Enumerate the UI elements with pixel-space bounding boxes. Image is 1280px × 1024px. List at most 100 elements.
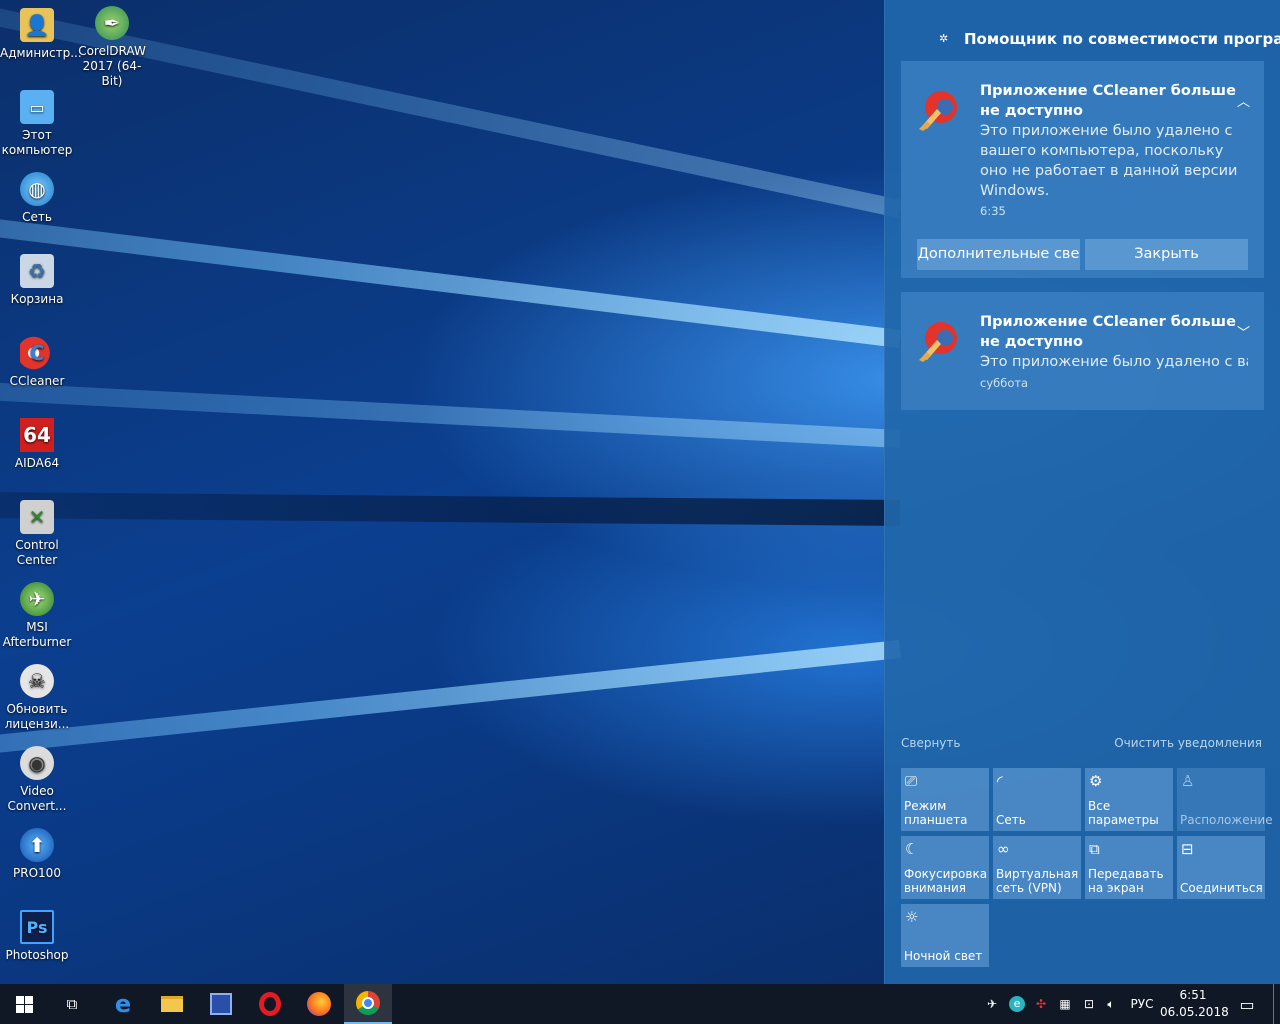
gear-icon: ✲	[939, 32, 949, 45]
firefox-icon	[307, 992, 331, 1016]
desktop-icon-control-center[interactable]: ✕ Control Center	[0, 500, 74, 568]
chrome-icon	[356, 991, 380, 1015]
taskbar-opera[interactable]	[246, 984, 294, 1024]
moon-icon: ☾	[905, 840, 919, 858]
desktop-icon-network[interactable]: ◍ Сеть	[0, 172, 74, 225]
tile-label: Фокусировка внимания	[904, 867, 988, 895]
desktop-icon-this-pc[interactable]: ▭ Этот компьютер	[0, 90, 74, 158]
desktop-icon-pro100[interactable]: ⬆ PRO100	[0, 828, 74, 881]
aida64-icon: 64	[20, 418, 54, 452]
location-icon: ♙	[1181, 772, 1195, 790]
floppy-disk-icon	[210, 993, 232, 1015]
desktop-icon-msi-afterburner[interactable]: ✈ MSI Afterburner	[0, 582, 74, 650]
notification-card[interactable]: Приложение CCleaner больше не доступно ﹀…	[901, 292, 1264, 410]
chevron-down-icon[interactable]: ﹀	[1237, 322, 1250, 341]
tray-app-grid-icon[interactable]: ▦	[1054, 984, 1076, 1024]
collapse-link[interactable]: Свернуть	[901, 736, 960, 750]
msi-afterburner-icon: ✈	[20, 582, 54, 616]
video-converter-icon: ◉	[20, 746, 54, 780]
notification-body: Это приложение было удалено с ва	[980, 354, 1248, 370]
tile-project[interactable]: ⧉ Передавать на экран	[1085, 836, 1173, 899]
tray-app-red-icon[interactable]: ✣	[1030, 984, 1052, 1024]
tile-night-light[interactable]: ☼ Ночной свет	[901, 904, 989, 967]
desktop-icon-label: MSI Afterburner	[2, 620, 72, 649]
tile-label: Соединиться	[1180, 881, 1263, 895]
taskbar: ⧉ e ✈ e ✣ ▦ ⊡ 🔈︎ РУС 6:51 06.05.2018 ▭	[0, 984, 1280, 1024]
tile-network[interactable]: ◜ Сеть	[993, 768, 1081, 831]
desktop-icon-label: Video Convert...	[7, 784, 67, 813]
clear-notifications-link[interactable]: Очистить уведомления	[1114, 736, 1262, 750]
desktop-icon-aida64[interactable]: 64 AIDA64	[0, 418, 74, 471]
taskbar-file-explorer[interactable]	[148, 984, 196, 1024]
volume-icon[interactable]: 🔈︎	[1100, 984, 1122, 1024]
tile-label: Режим планшета	[904, 799, 968, 827]
network-status-icon[interactable]: ⊡	[1078, 984, 1100, 1024]
notification-card[interactable]: Приложение CCleaner больше не доступно ︿…	[901, 61, 1264, 278]
desktop-icon-photoshop[interactable]: Ps Photoshop	[0, 910, 74, 963]
taskbar-chrome[interactable]	[344, 984, 392, 1024]
desktop-icon-label: Сеть	[22, 210, 52, 224]
taskbar-firefox[interactable]	[295, 984, 343, 1024]
tile-focus-assist[interactable]: ☾ Фокусировка внимания	[901, 836, 989, 899]
user-folder-icon: 👤	[20, 8, 54, 42]
desktop-icon-coreldraw[interactable]: ✒ CorelDRAW 2017 (64-Bit)	[75, 6, 149, 89]
desktop-icon-recycle-bin[interactable]: ♻ Корзина	[0, 254, 74, 307]
desktop-icon-label: Корзина	[10, 292, 64, 306]
windows-logo-icon	[15, 995, 33, 1013]
tile-tablet-mode[interactable]: ⎚ Режим планшета	[901, 768, 989, 831]
desktop-icon-update-license[interactable]: ☠ Обновить лицензи...	[0, 664, 74, 732]
desktop-icon-video-converter[interactable]: ◉ Video Convert...	[0, 746, 74, 814]
clock-time: 6:51	[1179, 988, 1207, 1002]
clock-date: 06.05.2018	[1160, 1005, 1229, 1019]
action-center-panel: ✲ Помощник по совместимости програ Прило…	[884, 0, 1280, 984]
folder-icon	[161, 996, 183, 1012]
network-icon: ◜	[997, 772, 1003, 790]
task-view-button[interactable]: ⧉	[48, 984, 96, 1024]
tray-app-e-icon[interactable]: e	[1006, 984, 1028, 1024]
vpn-icon: ∞	[997, 840, 1010, 858]
ccleaner-icon: C	[20, 336, 54, 370]
desktop-icon-admin[interactable]: 👤 Администр...	[0, 8, 82, 61]
more-info-button[interactable]: Дополнительные све	[917, 239, 1080, 270]
desktop-icon-label: AIDA64	[14, 456, 60, 470]
photoshop-icon: Ps	[20, 910, 54, 944]
pro100-icon: ⬆	[20, 828, 54, 862]
tile-all-settings[interactable]: ⚙ Все параметры	[1085, 768, 1173, 831]
network-icon: ◍	[20, 172, 54, 206]
action-center-button[interactable]: ▭	[1230, 984, 1264, 1024]
computer-icon: ▭	[20, 90, 54, 124]
tile-location[interactable]: ♙ Расположение	[1177, 768, 1273, 831]
notification-title: Приложение CCleaner больше не доступно	[980, 83, 1236, 119]
taskbar-edge[interactable]: e	[99, 984, 147, 1024]
tile-vpn[interactable]: ∞ Виртуальная сеть (VPN)	[993, 836, 1081, 899]
taskbar-clock[interactable]: 6:51 06.05.2018	[1160, 987, 1229, 1021]
close-button[interactable]: Закрыть	[1085, 239, 1248, 270]
tile-label: Передавать на экран	[1088, 867, 1164, 895]
desktop-icon-label: PRO100	[13, 866, 61, 880]
tablet-mode-icon: ⎚	[905, 772, 918, 790]
chevron-up-icon[interactable]: ︿	[1237, 91, 1250, 110]
taskbar-save-app[interactable]	[197, 984, 245, 1024]
language-indicator[interactable]: РУС	[1126, 984, 1158, 1024]
desktop-icon-label: Control Center	[15, 538, 59, 567]
connect-icon: ⊟	[1181, 840, 1194, 858]
notification-time: суббота	[980, 376, 1029, 390]
tile-label: Расположение	[1180, 813, 1273, 827]
desktop-icon-label: Photoshop	[5, 948, 69, 962]
airplane-icon[interactable]: ✈	[982, 984, 1002, 1024]
notification-body: Это приложение было удалено с вашего ком…	[980, 123, 1238, 199]
recycle-bin-icon: ♻	[20, 254, 54, 288]
update-license-icon: ☠	[20, 664, 54, 698]
desktop-icon-label: Обновить лицензи...	[4, 702, 70, 731]
start-button[interactable]	[0, 984, 48, 1024]
desktop-icon-label: Этот компьютер	[1, 128, 73, 157]
notification-title: Приложение CCleaner больше не доступно	[980, 314, 1236, 350]
notification-icon: ▭	[1239, 994, 1255, 1014]
desktop-icon-ccleaner[interactable]: C CCleaner	[0, 336, 74, 389]
ccleaner-icon	[919, 91, 957, 131]
notification-group-header[interactable]: Помощник по совместимости програ	[964, 30, 1280, 48]
tile-connect[interactable]: ⊟ Соединиться	[1177, 836, 1265, 899]
brightness-icon: ☼	[905, 908, 919, 926]
show-desktop-button[interactable]	[1273, 984, 1274, 1024]
tile-label: Все параметры	[1088, 799, 1159, 827]
